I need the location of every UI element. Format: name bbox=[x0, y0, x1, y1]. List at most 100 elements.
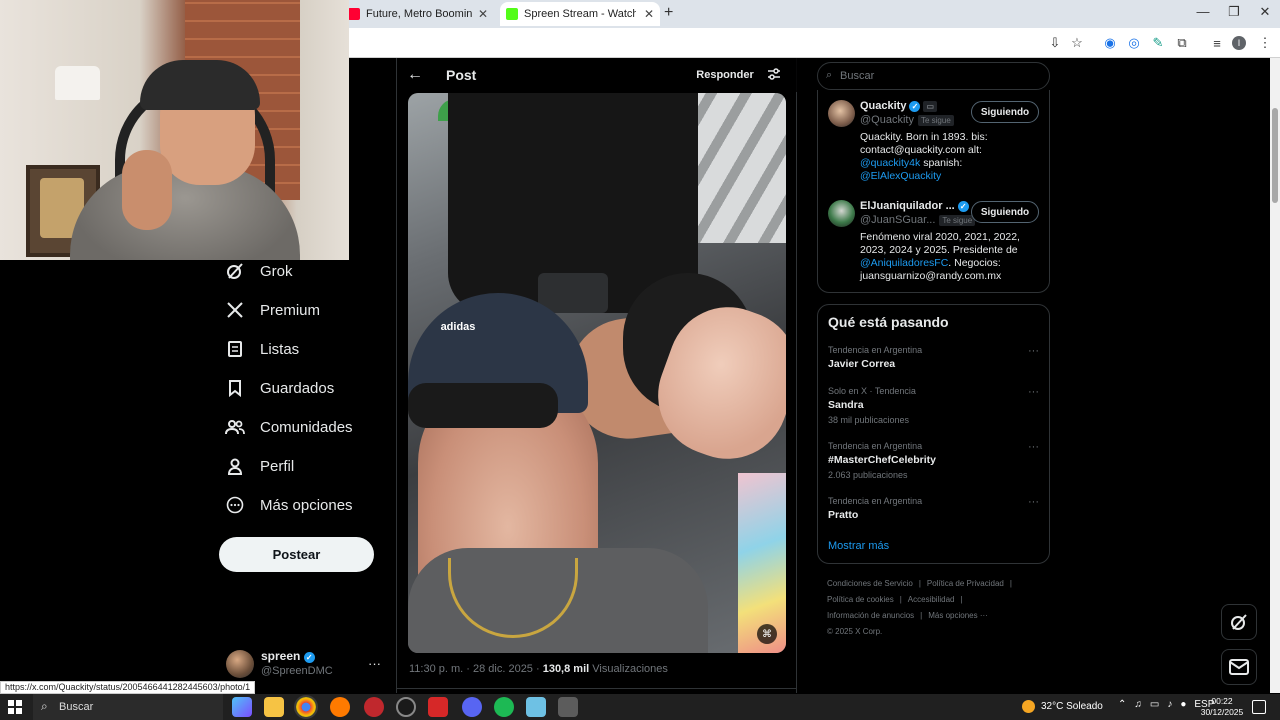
chrome-icon[interactable] bbox=[294, 695, 318, 719]
extensions-puzzle-icon[interactable]: ⧉ bbox=[1173, 34, 1191, 52]
webcam-overlay bbox=[0, 0, 349, 260]
user-name[interactable]: ElJuaniquilador ... ✓ bbox=[860, 200, 969, 212]
weather-widget[interactable]: 32°C Soleado bbox=[1022, 700, 1103, 713]
user-name-text: ElJuaniquilador ... bbox=[860, 200, 955, 212]
nav-item-listas[interactable]: Listas bbox=[224, 331, 299, 367]
trend-count: 2.063 publicaciones bbox=[828, 470, 908, 480]
show-more-link[interactable]: Mostrar más bbox=[828, 540, 889, 552]
reply-button[interactable]: Responder bbox=[693, 65, 757, 85]
post-button[interactable]: Postear bbox=[219, 537, 374, 572]
discord-icon[interactable] bbox=[462, 697, 482, 717]
tray-chevron-icon[interactable]: ⌃ bbox=[1118, 699, 1126, 710]
bio-link[interactable]: @AniquiladoresFC bbox=[860, 257, 948, 269]
network-icon[interactable]: ▭ bbox=[1150, 699, 1159, 710]
image-options-icon[interactable]: ⌘ bbox=[757, 624, 777, 644]
volume-icon[interactable]: ♪ bbox=[1167, 699, 1172, 710]
close-tab-icon[interactable]: ✕ bbox=[478, 7, 488, 21]
trend-item[interactable]: Tendencia en Argentina Pratto ··· bbox=[828, 496, 1043, 521]
spotify-icon[interactable] bbox=[494, 697, 514, 717]
close-tab-icon[interactable]: ✕ bbox=[644, 7, 654, 21]
trend-more-icon[interactable]: ··· bbox=[1028, 386, 1039, 398]
trend-context: Tendencia en Argentina bbox=[828, 496, 923, 506]
trend-item[interactable]: Tendencia en Argentina Javier Correa ··· bbox=[828, 345, 1043, 370]
streamer-cap bbox=[140, 60, 260, 110]
bio-link[interactable]: @ElAlexQuackity bbox=[860, 170, 941, 182]
restore-button[interactable]: ❐ bbox=[1219, 4, 1249, 20]
nav-item-premium[interactable]: Premium bbox=[224, 292, 320, 328]
bookmark-star-icon[interactable]: ☆ bbox=[1068, 34, 1086, 52]
messages-floating-button[interactable] bbox=[1221, 649, 1257, 685]
account-name: spreen ✓ bbox=[261, 649, 315, 663]
following-button[interactable]: Siguiendo bbox=[971, 201, 1039, 223]
following-button[interactable]: Siguiendo bbox=[971, 101, 1039, 123]
windows-start-icon[interactable] bbox=[8, 700, 22, 714]
extension-icon[interactable]: ◎ bbox=[1125, 34, 1143, 52]
trend-more-icon[interactable]: ··· bbox=[1028, 496, 1039, 508]
user-bio: Fenómeno viral 2020, 2021, 2022, 2023, 2… bbox=[860, 231, 1040, 283]
account-name-text: spreen bbox=[261, 649, 301, 663]
app-icon[interactable] bbox=[526, 697, 546, 717]
media-control-icon[interactable]: ≡ bbox=[1208, 34, 1226, 52]
trend-more-icon[interactable]: ··· bbox=[1028, 345, 1039, 357]
obs-icon[interactable] bbox=[396, 697, 416, 717]
calculator-icon[interactable] bbox=[558, 697, 578, 717]
footer-link[interactable]: Política de Privacidad bbox=[927, 579, 1004, 588]
nav-item-grok[interactable]: Grok bbox=[224, 253, 293, 289]
nav-label: Perfil bbox=[260, 457, 295, 475]
file-explorer-icon[interactable] bbox=[264, 697, 284, 717]
notification-icon[interactable] bbox=[1252, 700, 1266, 714]
footer-link[interactable]: Política de cookies bbox=[827, 595, 894, 604]
footer-link[interactable]: Información de anuncios bbox=[827, 611, 914, 620]
mic-icon[interactable]: ● bbox=[1180, 699, 1186, 710]
tab-title: Spreen Stream - Watch Live on bbox=[524, 8, 636, 20]
trend-item[interactable]: Solo en X · Tendencia Sandra 38 mil publ… bbox=[828, 386, 1043, 425]
new-tab-button[interactable]: + bbox=[664, 4, 673, 22]
nav-item-comunidades[interactable]: Comunidades bbox=[224, 409, 353, 445]
post-photo[interactable]: adidas ⌘ bbox=[408, 93, 786, 653]
app-icon[interactable] bbox=[364, 697, 384, 717]
avatar[interactable] bbox=[828, 100, 855, 127]
brave-icon[interactable] bbox=[330, 697, 350, 717]
copilot-icon[interactable] bbox=[232, 697, 252, 717]
install-app-icon[interactable]: ⇩ bbox=[1046, 34, 1064, 52]
nav-item-guardados[interactable]: Guardados bbox=[224, 370, 334, 406]
trend-context: Tendencia en Argentina bbox=[828, 441, 923, 451]
nav-label: Guardados bbox=[260, 379, 335, 397]
page-scrollbar[interactable] bbox=[1270, 58, 1280, 693]
footer-link[interactable]: Más opciones ··· bbox=[928, 611, 988, 620]
trend-item[interactable]: Tendencia en Argentina #MasterChefCelebr… bbox=[828, 441, 1043, 480]
taskbar-search[interactable]: ⌕ Buscar bbox=[33, 694, 223, 720]
account-switcher[interactable]: spreen ✓ @SpreenDMC ··· bbox=[226, 648, 391, 682]
grok-floating-button[interactable] bbox=[1221, 604, 1257, 640]
bio-link[interactable]: @quackity4k bbox=[860, 157, 920, 169]
headset-icon[interactable]: ♫ bbox=[1134, 699, 1142, 710]
account-more-icon[interactable]: ··· bbox=[368, 656, 381, 671]
trend-more-icon[interactable]: ··· bbox=[1028, 441, 1039, 453]
copyright: © 2025 X Corp. bbox=[827, 627, 883, 636]
avatar[interactable] bbox=[828, 200, 855, 227]
filter-icon[interactable] bbox=[767, 67, 781, 81]
voice-meeter-icon[interactable] bbox=[428, 697, 448, 717]
minimize-button[interactable]: — bbox=[1188, 4, 1218, 19]
nav-item-mas-opciones[interactable]: Más opciones bbox=[224, 487, 353, 523]
follows-you-badge: Te sigue bbox=[917, 114, 954, 126]
tab-youtube[interactable]: Future, Metro Boomin, Kendrick ✕ bbox=[342, 2, 494, 26]
scrollbar-thumb[interactable] bbox=[1272, 108, 1278, 203]
extension-icon[interactable]: ✎ bbox=[1149, 34, 1167, 52]
extension-icon[interactable]: ◉ bbox=[1101, 34, 1119, 52]
tab-kick[interactable]: Spreen Stream - Watch Live on ✕ bbox=[500, 2, 660, 26]
footer-links: Condiciones de Servicio | Política de Priv… bbox=[827, 576, 1057, 640]
avatar bbox=[226, 650, 254, 678]
clock[interactable]: 00:22 30/12/2025 bbox=[1198, 696, 1246, 718]
nav-item-perfil[interactable]: Perfil bbox=[224, 448, 294, 484]
back-arrow-icon[interactable]: ← bbox=[407, 66, 423, 84]
footer-link[interactable]: Accesibilidad bbox=[908, 595, 955, 604]
close-window-button[interactable]: ✕ bbox=[1250, 4, 1280, 20]
user-name[interactable]: Quackity ✓ ▭ bbox=[860, 100, 938, 112]
profile-avatar-icon[interactable]: I bbox=[1232, 36, 1246, 50]
browser-menu-icon[interactable]: ⋮ bbox=[1256, 34, 1274, 52]
profile-icon bbox=[224, 455, 246, 477]
footer-link[interactable]: Condiciones de Servicio bbox=[827, 579, 913, 588]
search-input[interactable]: ⌕ Buscar bbox=[817, 62, 1050, 90]
who-to-follow-card: Quackity ✓ ▭ @Quackity Te sigue Siguiendo Q… bbox=[817, 90, 1050, 293]
